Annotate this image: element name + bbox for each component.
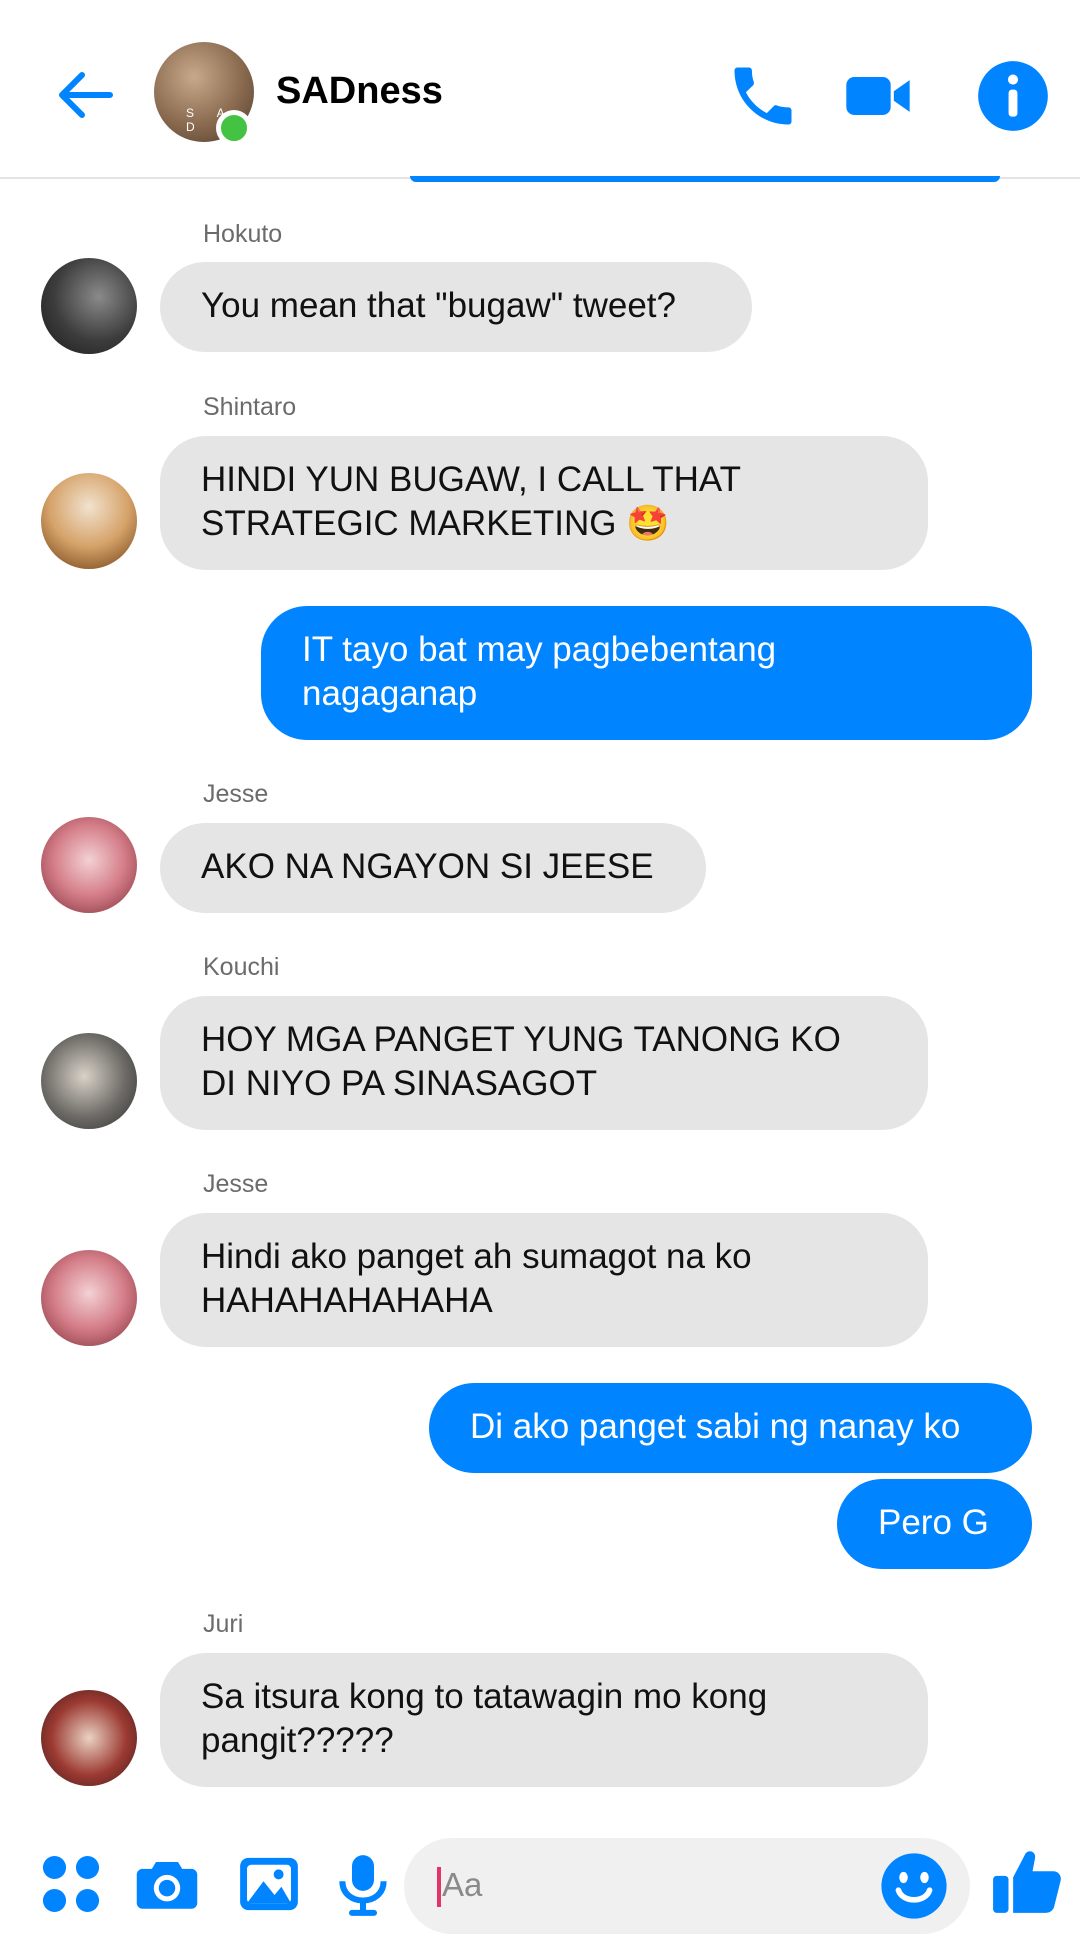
outgoing-message-bubble[interactable]: Di ako panget sabi ng nanay ko: [429, 1383, 1032, 1473]
message-text-line: DI NIYO PA SINASAGOT: [201, 1064, 598, 1103]
message-bubble[interactable]: HINDI YUN BUGAW, I CALL THAT STRATEGIC M…: [160, 436, 928, 570]
online-status-dot: [216, 110, 252, 146]
avatar[interactable]: [41, 258, 137, 354]
message-text: Di ako panget sabi ng nanay ko: [470, 1407, 961, 1446]
emoji-icon[interactable]: [880, 1852, 948, 1920]
outgoing-message-bubble[interactable]: Pero G: [837, 1479, 1032, 1569]
video-camera-icon[interactable]: [840, 58, 916, 134]
microphone-icon[interactable]: [330, 1851, 396, 1917]
outgoing-message-bubble[interactable]: IT tayo bat may pagbebentang nagaganap: [261, 606, 1032, 740]
avatar[interactable]: [41, 1690, 137, 1786]
back-arrow-icon[interactable]: [52, 62, 118, 128]
avatar[interactable]: [41, 473, 137, 569]
message-text-line: pangit?????: [201, 1721, 394, 1760]
message-bubble[interactable]: You mean that "bugaw" tweet?: [160, 262, 752, 352]
avatar[interactable]: [41, 817, 137, 913]
message-bubble[interactable]: Hindi ako panget ah sumagot na ko HAHAHA…: [160, 1213, 928, 1347]
avatar[interactable]: [41, 1250, 137, 1346]
message-text: You mean that "bugaw" tweet?: [201, 286, 676, 325]
message-text: Pero G: [878, 1503, 989, 1542]
sender-name: Hokuto: [203, 220, 283, 248]
message-bubble[interactable]: Sa itsura kong to tatawagin mo kong pang…: [160, 1653, 928, 1787]
sender-name: Juri: [203, 1610, 244, 1638]
gallery-icon[interactable]: [236, 1851, 302, 1917]
message-text-line: HAHAHAHAHAHA: [201, 1281, 493, 1320]
message-bubble[interactable]: HOY MGA PANGET YUNG TANONG KO DI NIYO PA…: [160, 996, 928, 1130]
info-icon[interactable]: [975, 58, 1051, 134]
message-input-placeholder: Aa: [442, 1866, 483, 1903]
message-composer: Aa: [0, 1818, 1080, 1949]
message-text-line: STRATEGIC MARKETING 🤩: [201, 504, 670, 543]
text-caret: [437, 1867, 441, 1907]
phone-icon[interactable]: [725, 58, 801, 134]
sender-name: Jesse: [203, 1170, 269, 1198]
message-text-line: Sa itsura kong to tatawagin mo kong: [201, 1677, 768, 1716]
sender-name: Jesse: [203, 780, 269, 808]
previous-message-edge: [410, 176, 1000, 182]
message-text-line: nagaganap: [302, 674, 478, 713]
chat-title[interactable]: SADness: [276, 70, 443, 113]
message-input[interactable]: Aa: [404, 1838, 970, 1934]
sender-name: Shintaro: [203, 393, 297, 421]
camera-icon[interactable]: [134, 1851, 200, 1917]
message-text-line: IT tayo bat may pagbebentang: [302, 630, 777, 669]
apps-icon[interactable]: [38, 1851, 104, 1917]
avatar[interactable]: [41, 1033, 137, 1129]
thumbs-up-icon[interactable]: [990, 1844, 1064, 1920]
message-text-line: HOY MGA PANGET YUNG TANONG KO: [201, 1020, 841, 1059]
message-text-line: Hindi ako panget ah sumagot na ko: [201, 1237, 752, 1276]
message-text-line: HINDI YUN BUGAW, I CALL THAT: [201, 460, 742, 499]
message-text: AKO NA NGAYON SI JEESE: [201, 847, 654, 886]
sender-name: Kouchi: [203, 953, 280, 981]
message-bubble[interactable]: AKO NA NGAYON SI JEESE: [160, 823, 706, 913]
chat-header: S A D SADness: [0, 0, 1080, 179]
